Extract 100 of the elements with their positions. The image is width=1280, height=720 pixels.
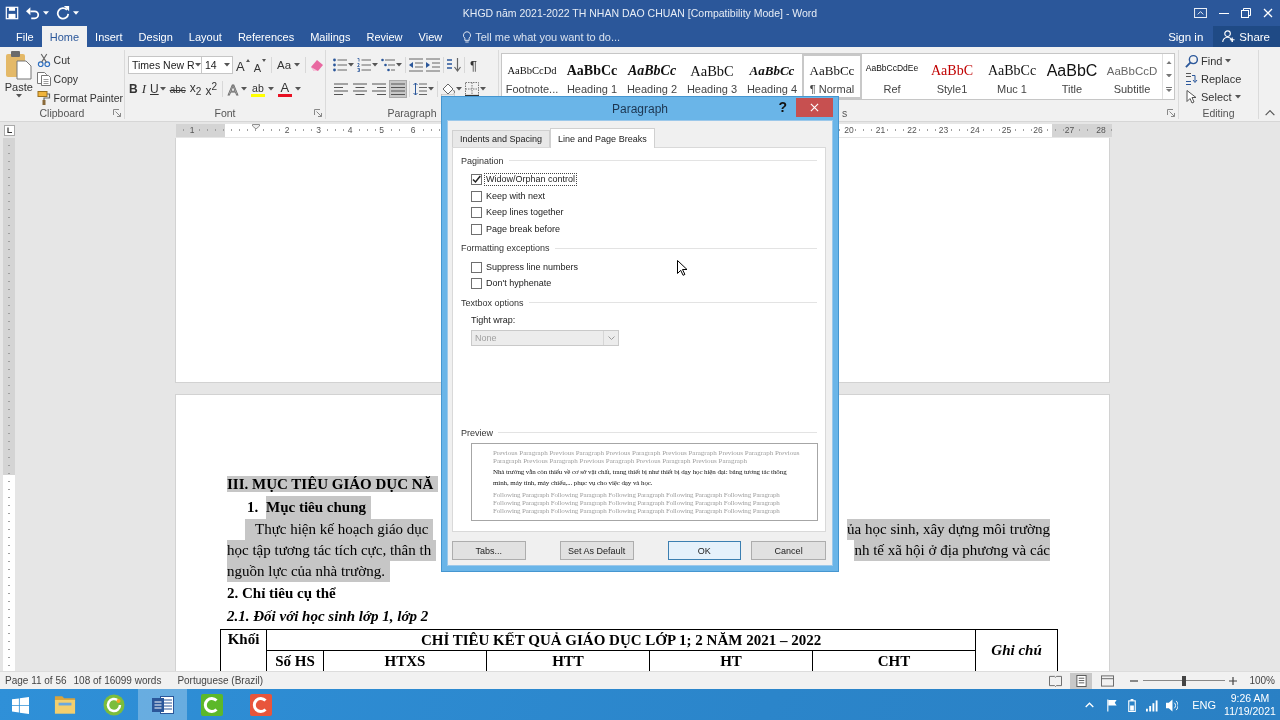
caret-icon[interactable] [43,11,49,15]
format-painter-button[interactable]: Format Painter [35,89,124,107]
checkbox[interactable] [471,223,482,235]
justify-button[interactable] [389,80,407,98]
subscript-button[interactable]: x$_{2}$ [188,80,203,98]
style-item[interactable]: AaBbCc Heading 4 [742,54,802,99]
align-left-button[interactable] [332,80,350,98]
find-button[interactable]: Find [1183,52,1258,70]
dialog-tab[interactable]: Line and Page Breaks [550,128,655,148]
taskbar-button[interactable] [138,689,187,720]
checkbox-label[interactable]: Don't hyphenate [484,277,554,291]
checkbox[interactable] [471,261,482,273]
word-count[interactable]: 108 of 16099 words [73,675,162,686]
change-case-button[interactable]: Aa [276,56,302,74]
zoom-in-icon[interactable] [1229,676,1238,685]
clock-time[interactable]: 9:26 AM [1230,692,1270,705]
launcher-icon[interactable] [1167,108,1175,117]
dialog-button[interactable]: Tabs... [452,541,526,560]
align-center-button[interactable] [351,80,369,98]
style-item[interactable]: AaBbCc Heading 1 [562,54,622,99]
checkbox-label[interactable]: Widow/Orphan control [484,172,578,186]
replace-button[interactable]: Replace [1183,70,1258,88]
battery-icon[interactable] [1126,698,1139,712]
print-layout-button[interactable] [1070,672,1093,689]
checkbox-label[interactable]: Keep lines together [484,206,566,220]
italic-button[interactable]: I [140,80,147,98]
checkbox[interactable] [471,278,482,290]
style-item[interactable]: AaBbCc Heading 2 [622,54,682,99]
speaker-icon[interactable] [1166,698,1179,712]
language-indicator[interactable]: ENG [1192,699,1216,711]
scroll-down-icon[interactable] [1165,74,1172,78]
strikethrough-button[interactable]: abc [168,80,187,98]
paste-button[interactable]: Paste [4,50,34,98]
undo-icon[interactable] [26,6,40,20]
tab-stop-icon[interactable] [4,124,15,136]
share-button[interactable]: Share [1213,26,1280,47]
help-button[interactable]: ? [778,99,787,115]
ribbon-display-icon[interactable] [1194,8,1207,18]
bold-button[interactable]: B [128,80,139,98]
borders-button[interactable] [464,80,487,98]
scroll-up-icon[interactable] [1165,60,1172,65]
customize-caret-icon[interactable] [73,11,79,15]
ribbon-tab[interactable]: Design [130,26,181,47]
zoom-out-icon[interactable] [1130,679,1139,682]
ribbon-tab[interactable]: Layout [180,26,230,47]
style-item[interactable]: AaBbCcDd Footnote... [502,54,562,99]
font-color-button[interactable]: A [276,80,302,98]
collapse-ribbon-icon[interactable] [1264,110,1275,116]
checkbox-label[interactable]: Suppress line numbers [484,260,581,274]
multilevel-list-button[interactable] [380,56,403,74]
launcher-icon[interactable] [314,108,322,117]
style-item[interactable]: AaBbCcD Subtitle [1102,54,1162,99]
ribbon-tab[interactable]: Insert [87,26,131,47]
style-item[interactable]: AaBbC Style1 [922,54,982,99]
ribbon-tab[interactable]: Home [41,26,88,47]
ribbon-tab[interactable]: View [410,26,451,47]
ribbon-tab[interactable]: File [8,26,42,47]
language-label[interactable]: Portuguese (Brazil) [177,675,263,686]
sort-icon[interactable] [447,58,461,72]
tell-me-field[interactable]: Tell me what you want to do... [475,26,646,47]
save-icon[interactable] [5,6,19,20]
dialog-button[interactable]: Cancel [751,541,826,560]
ribbon-tab[interactable]: Mailings [302,26,359,47]
checkbox-label[interactable]: Keep with next [484,189,548,203]
close-icon[interactable] [1263,8,1273,18]
line-spacing-button[interactable] [412,80,435,98]
grow-font-button[interactable]: A [235,56,251,74]
font-size-field[interactable]: 14 [201,56,233,74]
sign-in-link[interactable]: Sign in [1158,26,1214,47]
chevron-up-icon[interactable] [1085,702,1095,708]
checkbox[interactable] [471,173,482,185]
align-right-button[interactable] [370,80,388,98]
decrease-indent-icon[interactable] [409,58,423,72]
minimize-icon[interactable] [1219,12,1229,14]
superscript-button[interactable]: x$^{2}$ [204,80,218,98]
copy-button[interactable]: Copy [35,70,124,88]
restore-icon[interactable] [1241,8,1251,18]
bullets-button[interactable] [332,56,355,74]
numbering-button[interactable] [356,56,379,74]
style-item[interactable]: AaBbCcDdEe Ref [862,54,922,99]
show-marks-button[interactable]: ¶ [467,56,480,74]
checkbox-label[interactable]: Page break before [484,222,563,236]
launcher-icon[interactable] [113,108,121,117]
style-item[interactable]: AaBbC Title [1042,54,1102,99]
clock-date[interactable]: 11/19/2021 [1224,705,1276,718]
select-button[interactable]: Select [1183,88,1258,106]
zoom-percentage[interactable]: 100% [1249,675,1275,686]
style-item[interactable]: AaBbC Heading 3 [682,54,742,99]
flag-icon[interactable] [1106,698,1119,712]
dialog-button[interactable]: OK [667,541,742,560]
more-styles-icon[interactable] [1165,87,1172,93]
increase-indent-icon[interactable] [426,58,440,72]
underline-button[interactable]: U [149,80,167,98]
shrink-font-button[interactable]: A [252,56,267,74]
dialog-button[interactable]: Set As Default [559,541,634,560]
eraser-icon[interactable] [310,58,325,72]
ribbon-tab[interactable]: Review [358,26,411,47]
font-name-field[interactable]: Times New R [128,56,202,74]
checkbox[interactable] [471,207,482,219]
style-item[interactable]: AaBbCc Muc 1 [982,54,1042,99]
